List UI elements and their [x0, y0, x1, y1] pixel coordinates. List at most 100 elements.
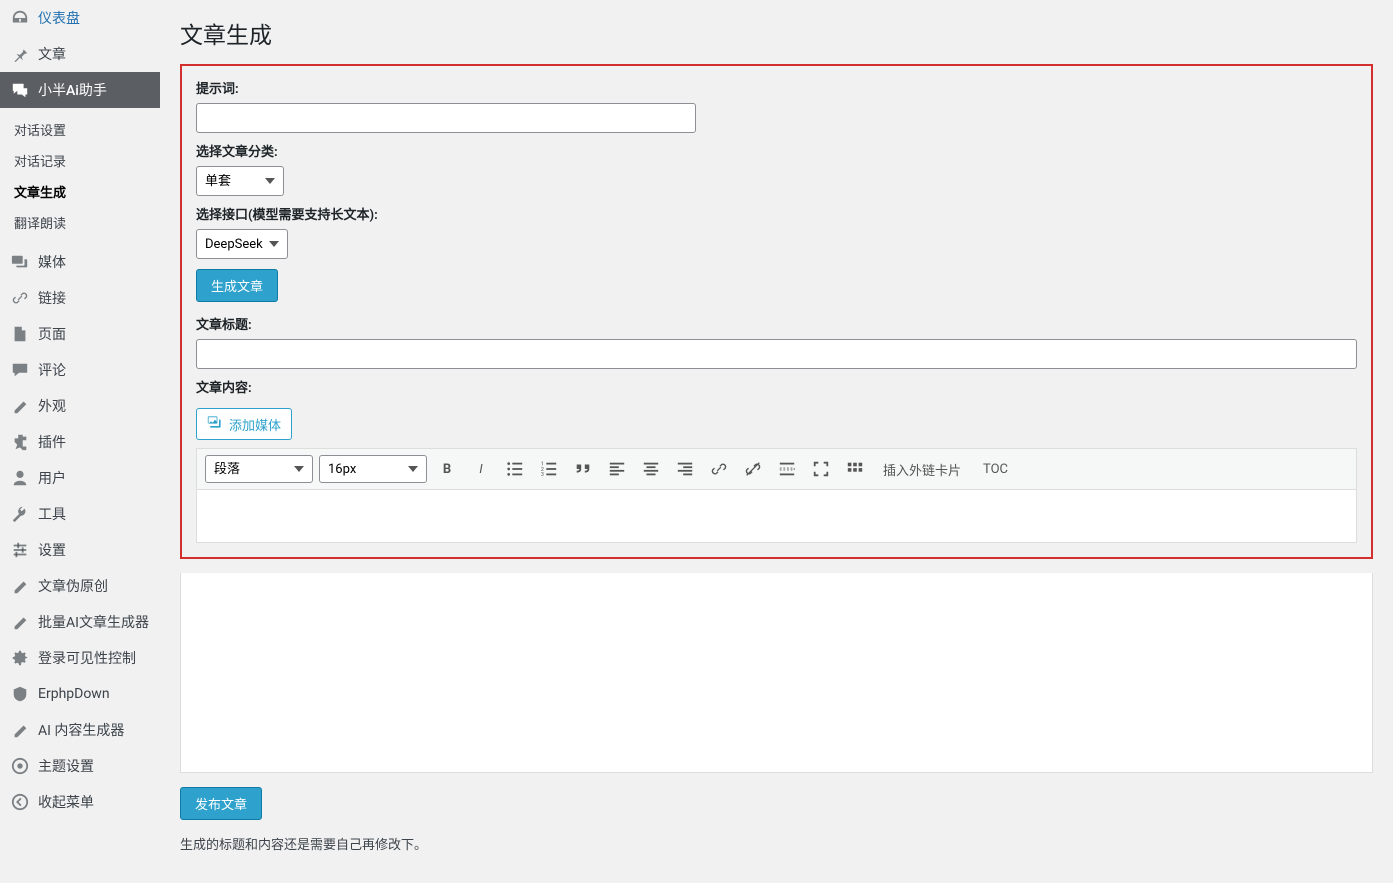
sidebar-item-12[interactable]: 文章伪原创 — [0, 568, 160, 604]
sidebar-item-label: 批量AI文章生成器 — [38, 612, 149, 632]
sidebar-item-0[interactable]: 仪表盘 — [0, 0, 160, 36]
admin-sidebar: 仪表盘文章小半Ai助手对话设置对话记录文章生成翻译朗读媒体链接页面评论外观插件用… — [0, 0, 160, 883]
sidebar-item-label: 小半Ai助手 — [38, 80, 107, 100]
format-select[interactable]: 段落 — [205, 455, 313, 483]
sidebar-item-label: 链接 — [38, 288, 66, 308]
sidebar-item-16[interactable]: AI 内容生成器 — [0, 712, 160, 748]
page-icon — [10, 324, 30, 344]
fontsize-select[interactable]: 16px — [319, 455, 427, 483]
link-button[interactable] — [705, 455, 733, 483]
sidebar-item-9[interactable]: 用户 — [0, 460, 160, 496]
api-select[interactable]: DeepSeek — [196, 229, 288, 259]
api-label: 选择接口(模型需要支持长文本): — [196, 204, 1357, 223]
sidebar-item-7[interactable]: 外观 — [0, 388, 160, 424]
sidebar-item-label: 插件 — [38, 432, 66, 452]
category-label: 选择文章分类: — [196, 141, 1357, 160]
prompt-input[interactable] — [196, 103, 696, 133]
pin-icon — [10, 44, 30, 64]
sidebar-item-label: 文章 — [38, 44, 66, 64]
editor-toolbar: 段落 16px B I 123 插入外链卡片 TOC — [197, 449, 1356, 490]
align-left-button[interactable] — [603, 455, 631, 483]
dashboard-icon — [10, 8, 30, 28]
gear-icon — [10, 648, 30, 668]
sidebar-item-label: 评论 — [38, 360, 66, 380]
sidebar-item-17[interactable]: 主题设置 — [0, 748, 160, 784]
chat-icon — [10, 80, 30, 100]
tool-icon — [10, 504, 30, 524]
comment-icon — [10, 360, 30, 380]
bullet-list-button[interactable] — [501, 455, 529, 483]
generate-button[interactable]: 生成文章 — [196, 269, 278, 302]
sidebar-item-8[interactable]: 插件 — [0, 424, 160, 460]
toc-button[interactable]: TOC — [975, 455, 1016, 483]
sidebar-item-13[interactable]: 批量AI文章生成器 — [0, 604, 160, 640]
user-icon — [10, 468, 30, 488]
sidebar-item-label: 外观 — [38, 396, 66, 416]
settings-icon — [10, 540, 30, 560]
svg-text:3: 3 — [541, 472, 544, 478]
fullscreen-button[interactable] — [807, 455, 835, 483]
article-title-label: 文章标题: — [196, 314, 1357, 333]
editor: 段落 16px B I 123 插入外链卡片 TOC — [196, 448, 1357, 543]
category-select[interactable]: 单套 — [196, 166, 284, 196]
sidebar-item-label: 主题设置 — [38, 756, 94, 776]
sidebar-item-label: 收起菜单 — [38, 792, 94, 812]
sidebar-item-11[interactable]: 设置 — [0, 532, 160, 568]
submenu-item-0[interactable]: 对话设置 — [0, 114, 160, 145]
sidebar-item-label: 登录可见性控制 — [38, 648, 136, 668]
theme-icon — [10, 756, 30, 776]
sidebar-item-3[interactable]: 媒体 — [0, 244, 160, 280]
submenu-item-1[interactable]: 对话记录 — [0, 145, 160, 176]
article-title-input[interactable] — [196, 339, 1357, 369]
sidebar-item-label: 工具 — [38, 504, 66, 524]
sidebar-item-label: 用户 — [38, 468, 66, 488]
sidebar-item-5[interactable]: 页面 — [0, 316, 160, 352]
sidebar-item-label: 仪表盘 — [38, 8, 80, 28]
sidebar-item-6[interactable]: 评论 — [0, 352, 160, 388]
page-title: 文章生成 — [180, 16, 1373, 50]
numbered-list-button[interactable]: 123 — [535, 455, 563, 483]
collapse-icon — [10, 792, 30, 812]
appearance-icon — [10, 396, 30, 416]
sidebar-item-label: 设置 — [38, 540, 66, 560]
pencil-icon — [10, 612, 30, 632]
insert-external-card-button[interactable]: 插入外链卡片 — [875, 455, 969, 483]
sidebar-item-14[interactable]: 登录可见性控制 — [0, 640, 160, 676]
italic-button[interactable]: I — [467, 455, 495, 483]
sidebar-item-2[interactable]: 小半Ai助手 — [0, 72, 160, 108]
sidebar-item-label: 文章伪原创 — [38, 576, 108, 596]
align-right-button[interactable] — [671, 455, 699, 483]
sidebar-item-10[interactable]: 工具 — [0, 496, 160, 532]
media-icon — [207, 414, 223, 434]
sidebar-item-label: ErphpDown — [38, 686, 110, 702]
article-content-label: 文章内容: — [196, 377, 1357, 396]
submenu-item-3[interactable]: 翻译朗读 — [0, 207, 160, 238]
link-icon — [10, 288, 30, 308]
sidebar-item-15[interactable]: ErphpDown — [0, 676, 160, 712]
main-content: 文章生成 提示词: 选择文章分类: 单套 选择接口(模型需要支持长文本): De… — [160, 0, 1393, 883]
bold-button[interactable]: B — [433, 455, 461, 483]
add-media-button[interactable]: 添加媒体 — [196, 408, 292, 440]
toolbar-toggle-button[interactable] — [841, 455, 869, 483]
pencil-icon — [10, 720, 30, 740]
editor-extension-area — [180, 573, 1373, 773]
sidebar-item-18[interactable]: 收起菜单 — [0, 784, 160, 820]
sidebar-item-label: AI 内容生成器 — [38, 720, 124, 740]
media-icon — [10, 252, 30, 272]
sidebar-item-1[interactable]: 文章 — [0, 36, 160, 72]
editor-content[interactable] — [197, 490, 1356, 542]
submenu-item-2[interactable]: 文章生成 — [0, 176, 160, 207]
shield-icon — [10, 684, 30, 704]
prompt-label: 提示词: — [196, 78, 1357, 97]
article-generation-form: 提示词: 选择文章分类: 单套 选择接口(模型需要支持长文本): DeepSee… — [180, 64, 1373, 559]
pencil-icon — [10, 576, 30, 596]
publish-button[interactable]: 发布文章 — [180, 787, 262, 820]
sidebar-item-4[interactable]: 链接 — [0, 280, 160, 316]
blockquote-button[interactable] — [569, 455, 597, 483]
unlink-button[interactable] — [739, 455, 767, 483]
align-center-button[interactable] — [637, 455, 665, 483]
sidebar-item-label: 媒体 — [38, 252, 66, 272]
note-text: 生成的标题和内容还是需要自己再修改下。 — [180, 834, 1373, 853]
read-more-button[interactable] — [773, 455, 801, 483]
sidebar-item-label: 页面 — [38, 324, 66, 344]
